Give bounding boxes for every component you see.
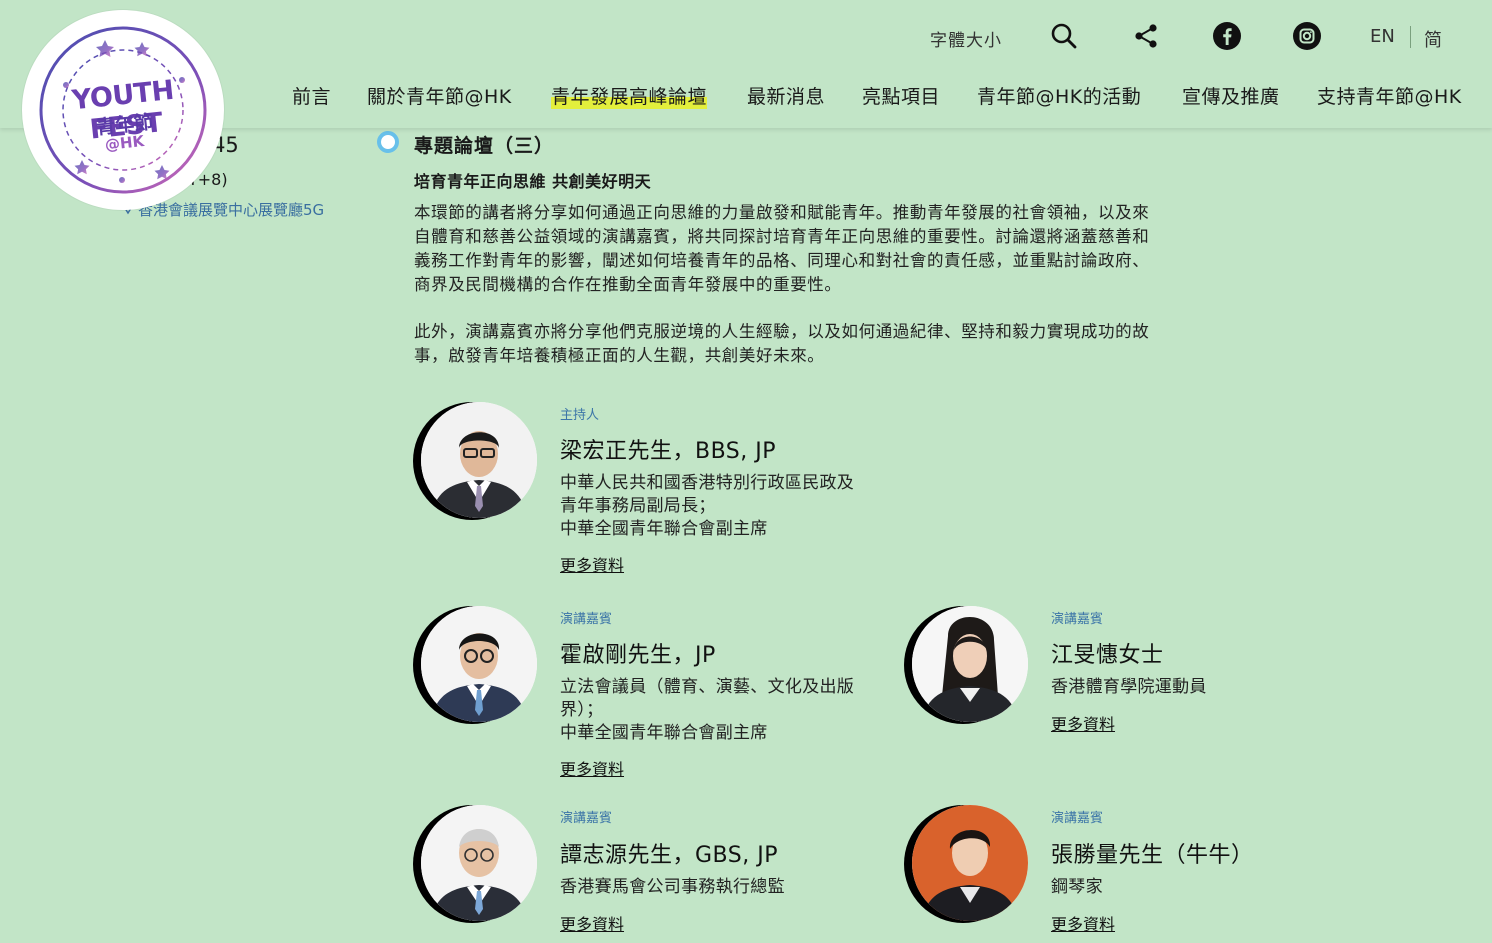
speaker-role: 演講嘉賓	[1051, 811, 1104, 826]
session-title: 專題論壇（三）	[414, 135, 555, 157]
more-info-link[interactable]: 更多資料	[1051, 911, 1115, 935]
timeline-dot	[377, 131, 399, 153]
speaker-name: 譚志源先生，GBS, JP	[560, 843, 778, 868]
speaker-titles: 香港賽馬會公司事務執行總監	[560, 876, 880, 899]
speaker-title-line: 界）；	[560, 700, 604, 720]
speaker-role: 演講嘉賓	[560, 612, 613, 627]
speaker-title-line: 鋼琴家	[1051, 877, 1103, 897]
speaker-avatar[interactable]	[413, 805, 537, 923]
speaker-title-line: 立法會議員（體育、演藝、文化及出版	[560, 677, 855, 697]
facebook-icon[interactable]	[1211, 20, 1243, 52]
more-info-link[interactable]: 更多資料	[560, 552, 624, 576]
lang-divider	[1410, 26, 1411, 48]
speaker-avatar[interactable]	[904, 805, 1028, 923]
speaker-title-line: 中華人民共和國香港特別行政區民政及	[560, 473, 855, 493]
speaker-name: 江旻憓女士	[1051, 643, 1164, 668]
speaker-title-line: 香港體育學院運動員	[1051, 677, 1207, 697]
speaker-title-line: 青年事務局副局長；	[560, 496, 716, 516]
youth-fest-logo[interactable]: YOUTH FEST 青年節 @HK	[22, 10, 224, 210]
session-description: 本環節的講者將分享如何通過正向思維的力量啟發和賦能青年。推動青年發展的社會領袖，…	[414, 203, 1150, 294]
nav-item-activities[interactable]: 青年節@HK的活動	[977, 82, 1141, 109]
font-size-toggle[interactable]: 字體大小	[930, 26, 1002, 51]
session-subtitle: 培育青年正向思維 共創美好明天	[414, 172, 652, 191]
speaker-title-line: 香港賽馬會公司事務執行總監	[560, 877, 785, 897]
nav-item-about[interactable]: 關於青年節@HK	[367, 82, 512, 109]
session-description-2: 此外，演講嘉賓亦將分享他們克服逆境的人生經驗，以及如何通過紀律、堅持和毅力實現成…	[414, 322, 1150, 365]
speaker-title-line: 中華全國青年聯合會副主席	[560, 723, 768, 743]
speaker-avatar[interactable]	[904, 606, 1028, 724]
search-icon[interactable]	[1048, 20, 1080, 52]
lang-en-link[interactable]: EN	[1370, 26, 1395, 47]
speaker-role: 演講嘉賓	[1051, 612, 1104, 627]
speaker-name: 梁宏正先生，BBS, JP	[560, 439, 777, 464]
more-info-link[interactable]: 更多資料	[560, 911, 624, 935]
speaker-avatar[interactable]	[413, 402, 537, 520]
speaker-titles: 鋼琴家	[1051, 876, 1371, 899]
nav-item-preface[interactable]: 前言	[292, 82, 331, 109]
nav-item-promotion[interactable]: 宣傳及推廣	[1182, 82, 1280, 109]
more-info-link[interactable]: 更多資料	[560, 756, 624, 780]
speaker-title-line: 中華全國青年聯合會副主席	[560, 519, 768, 539]
speaker-avatar[interactable]	[413, 606, 537, 724]
lang-sc-link[interactable]: 简	[1424, 26, 1442, 52]
speaker-titles: 中華人民共和國香港特別行政區民政及 青年事務局副局長； 中華全國青年聯合會副主席	[560, 472, 880, 541]
nav-item-highlights[interactable]: 亮點項目	[862, 82, 940, 109]
more-info-link[interactable]: 更多資料	[1051, 711, 1115, 735]
share-icon[interactable]	[1130, 20, 1162, 52]
nav-item-summit[interactable]: 青年發展高峰論壇	[551, 82, 708, 109]
speaker-titles: 香港體育學院運動員	[1051, 676, 1371, 699]
speaker-role: 演講嘉賓	[560, 811, 613, 826]
instagram-icon[interactable]	[1291, 20, 1323, 52]
speaker-role: 主持人	[560, 408, 600, 423]
speaker-titles: 立法會議員（體育、演藝、文化及出版 界）； 中華全國青年聯合會副主席	[560, 676, 880, 745]
speaker-name: 霍啟剛先生，JP	[560, 643, 716, 668]
nav-item-news[interactable]: 最新消息	[747, 82, 825, 109]
nav-item-support[interactable]: 支持青年節@HK	[1317, 82, 1462, 109]
speaker-name: 張勝量先生（牛牛）	[1051, 843, 1254, 868]
